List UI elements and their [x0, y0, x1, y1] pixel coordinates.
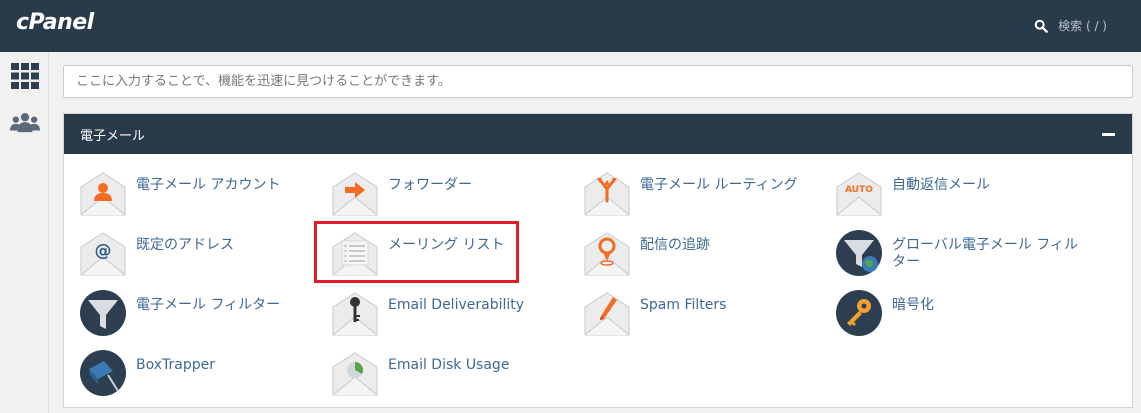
default-address-icon: @ — [78, 227, 128, 279]
feature-email-filters[interactable]: 電子メール フィルター — [78, 287, 330, 343]
header-search[interactable]: 検索 ( / ) — [1034, 17, 1107, 34]
feature-mailing-lists[interactable]: メーリング リスト — [330, 227, 582, 283]
feature-label: Email Deliverability — [388, 297, 525, 313]
deliverability-icon — [330, 287, 380, 339]
feature-label: Email Disk Usage — [388, 357, 510, 373]
cpanel-logo[interactable]: cPanel — [16, 10, 94, 35]
collapse-icon[interactable] — [1102, 127, 1116, 141]
track-delivery-icon — [582, 227, 632, 279]
disk-usage-icon — [330, 347, 380, 399]
users-icon[interactable] — [10, 108, 40, 138]
feature-label: 暗号化 — [892, 297, 934, 313]
feature-email-routing[interactable]: 電子メール ルーティング — [582, 167, 834, 223]
panel-title: 電子メール — [80, 128, 146, 144]
email-panel: 電子メール 電子メール アカウント フォワーダー 電子メール ルーティング AU… — [63, 113, 1133, 408]
search-icon — [1034, 19, 1048, 33]
email-filter-icon — [80, 290, 126, 336]
feature-label: Spam Filters — [640, 297, 727, 313]
global-filter-icon — [836, 230, 882, 276]
main-content: 電子メール 電子メール アカウント フォワーダー — [49, 52, 1141, 413]
quick-search-input[interactable] — [63, 65, 1133, 98]
feature-email-deliverability[interactable]: Email Deliverability — [330, 287, 582, 343]
feature-spam-filters[interactable]: Spam Filters — [582, 287, 834, 343]
feature-label: 電子メール アカウント — [136, 177, 281, 193]
boxtrapper-icon — [80, 350, 126, 396]
feature-email-accounts[interactable]: 電子メール アカウント — [78, 167, 330, 223]
feature-label: 既定のアドレス — [136, 237, 234, 253]
feature-label: 電子メール ルーティング — [640, 177, 798, 193]
feature-label: 自動返信メール — [892, 177, 990, 193]
feature-global-email-filters[interactable]: グローバル電子メール フィルター — [834, 227, 1086, 283]
forwarder-icon — [330, 167, 380, 219]
feature-track-delivery[interactable]: 配信の追跡 — [582, 227, 834, 283]
feature-autoresponders[interactable]: AUTO 自動返信メール — [834, 167, 1086, 223]
feature-email-disk-usage[interactable]: Email Disk Usage — [330, 347, 582, 403]
feature-encryption[interactable]: 暗号化 — [834, 287, 1086, 343]
grid-icon[interactable] — [10, 61, 40, 91]
feature-forwarders[interactable]: フォワーダー — [330, 167, 582, 223]
encryption-icon — [836, 290, 882, 336]
svg-text:AUTO: AUTO — [845, 185, 873, 195]
top-navbar: cPanel 検索 ( / ) — [0, 0, 1141, 52]
email-panel-header[interactable]: 電子メール — [64, 114, 1132, 154]
feature-label: メーリング リスト — [388, 237, 505, 253]
autoresponder-icon: AUTO — [834, 167, 884, 219]
header-search-label: 検索 ( / ) — [1058, 19, 1107, 33]
email-routing-icon — [582, 167, 632, 219]
feature-default-address[interactable]: @ 既定のアドレス — [78, 227, 330, 283]
mailing-list-icon — [330, 227, 380, 279]
feature-label: 配信の追跡 — [640, 237, 710, 253]
feature-label: BoxTrapper — [136, 357, 215, 373]
feature-grid: 電子メール アカウント フォワーダー 電子メール ルーティング AUTO 自動返… — [78, 167, 1118, 407]
feature-label: グローバル電子メール フィルター — [892, 237, 1079, 270]
svg-text:@: @ — [95, 241, 112, 261]
spam-filters-icon — [582, 287, 632, 339]
email-account-icon — [78, 167, 128, 219]
feature-boxtrapper[interactable]: BoxTrapper — [78, 347, 330, 403]
feature-label: フォワーダー — [388, 177, 472, 193]
feature-label: 電子メール フィルター — [136, 297, 281, 313]
sidebar — [0, 52, 49, 413]
